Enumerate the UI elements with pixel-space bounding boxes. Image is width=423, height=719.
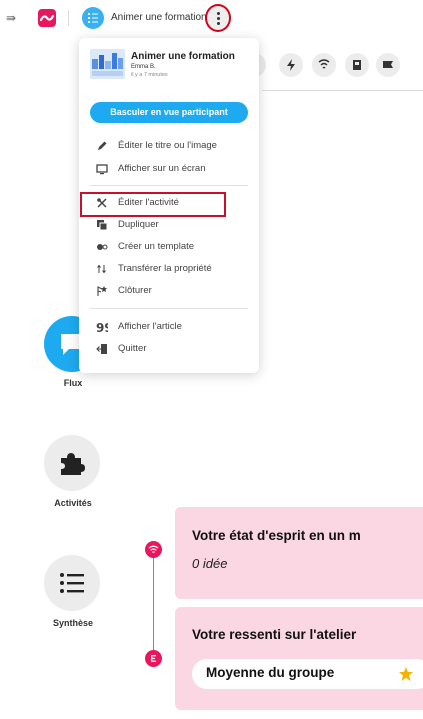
card-title: Votre état d'esprit en un m <box>192 528 361 543</box>
timeline-line <box>153 548 154 658</box>
app-logo-icon[interactable] <box>38 9 56 27</box>
activity-title[interactable]: Animer une formation <box>111 12 207 23</box>
menu-author: Emma B. <box>131 64 156 70</box>
screen-icon <box>96 164 108 175</box>
separator <box>68 10 69 26</box>
nav-activites-label: Activités <box>54 498 92 508</box>
activity-card-1[interactable]: Votre état d'esprit en un m 0 idée <box>175 507 423 599</box>
more-options-button[interactable] <box>205 4 231 32</box>
wifi-icon[interactable] <box>312 53 336 77</box>
menu-activity-title: Animer une formation <box>131 51 235 62</box>
transfer-icon <box>97 264 106 274</box>
pencil-icon <box>98 141 107 150</box>
top-bar: ⇛ Animer une formation <box>0 0 423 36</box>
exit-icon <box>96 344 107 354</box>
lightning-icon[interactable] <box>279 53 303 77</box>
quote-icon: 99 <box>96 321 108 333</box>
highlight-box <box>80 192 226 217</box>
collapse-sidebar-icon[interactable]: ⇛ <box>6 10 22 26</box>
card-subtitle: 0 idée <box>192 556 228 571</box>
star-icon <box>399 667 413 681</box>
nav-synthese-button[interactable] <box>44 555 100 611</box>
menu-item-create-template[interactable]: Créer un template <box>90 237 250 257</box>
menu-divider <box>90 185 248 186</box>
menu-timestamp: il y a 7 minutes <box>131 72 168 78</box>
svg-text:99: 99 <box>96 321 108 333</box>
menu-item-quit[interactable]: Quitter <box>90 339 250 359</box>
flag-icon[interactable] <box>376 53 400 77</box>
duplicate-icon <box>97 220 108 231</box>
divider <box>262 90 423 91</box>
template-icon <box>97 244 108 250</box>
wifi-badge-icon <box>145 541 162 558</box>
activity-icon <box>82 7 104 29</box>
list-badge-icon <box>145 650 162 667</box>
group-average-pill: Moyenne du groupe <box>192 659 423 689</box>
menu-item-edit-title[interactable]: Éditer le titre ou l'image <box>90 136 250 156</box>
menu-item-transfer-ownership[interactable]: Transférer la propriété <box>90 259 250 279</box>
menu-divider <box>90 308 248 309</box>
close-activity-icon <box>97 286 107 296</box>
menu-item-show-article[interactable]: 99 Afficher l'article <box>90 317 250 337</box>
nav-synthese-label: Synthèse <box>52 618 94 628</box>
activity-thumbnail <box>90 49 125 79</box>
nav-flux-label: Flux <box>63 378 83 388</box>
puzzle-icon <box>61 453 85 475</box>
nav-activites-button[interactable] <box>44 435 100 491</box>
menu-item-duplicate[interactable]: Dupliquer <box>90 215 250 235</box>
more-vertical-icon <box>217 12 220 15</box>
menu-item-show-screen[interactable]: Afficher sur un écran <box>90 159 250 179</box>
card-title: Votre ressenti sur l'atelier <box>192 627 357 642</box>
menu-item-close-activity[interactable]: Clôturer <box>90 281 250 301</box>
book-icon[interactable] <box>345 53 369 77</box>
list-icon <box>60 573 84 593</box>
switch-participant-view-button[interactable]: Basculer en vue participant <box>90 102 248 123</box>
activity-card-2[interactable]: Votre ressenti sur l'atelier Moyenne du … <box>175 607 423 710</box>
pill-label: Moyenne du groupe <box>206 665 335 680</box>
